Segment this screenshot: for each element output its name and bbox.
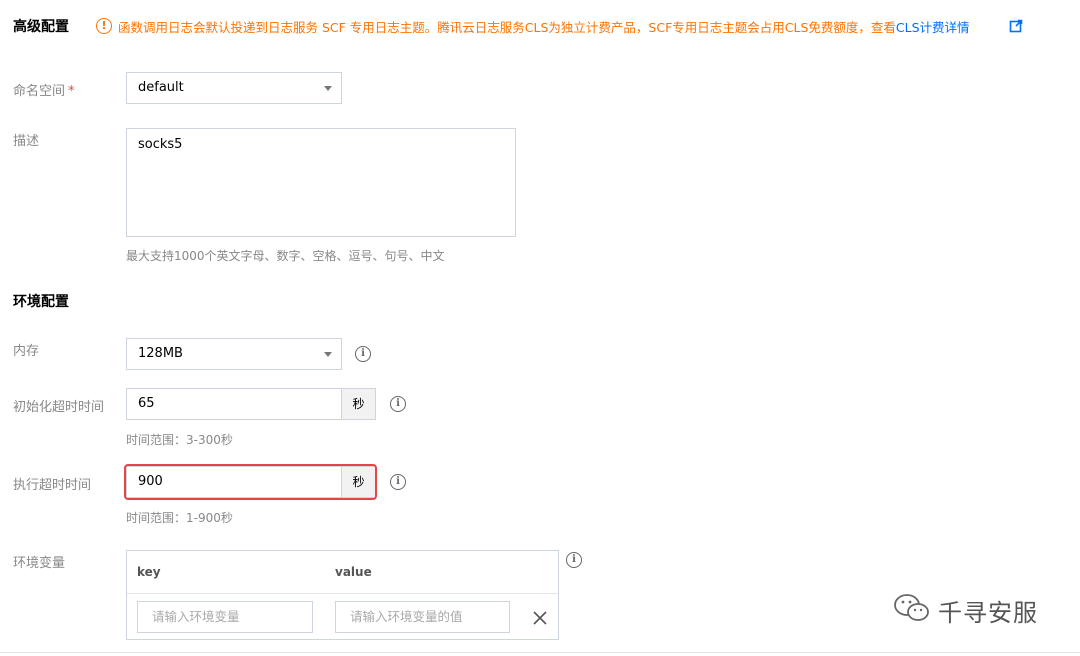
- env-vars-label: 环境变量: [13, 556, 66, 571]
- chevron-down-icon: [324, 86, 332, 91]
- description-hint: 最大支持1000个英文字母、数字、空格、逗号、句号、中文: [126, 249, 445, 263]
- wechat-logo-icon: [894, 594, 929, 621]
- log-notice-text: 函数调用日志会默认投递到日志服务 SCF 专用日志主题。腾讯云日志服务CLS为独…: [118, 20, 896, 35]
- env-vars-info-icon[interactable]: i: [566, 552, 582, 568]
- log-notice: 函数调用日志会默认投递到日志服务 SCF 专用日志主题。腾讯云日志服务CLS为独…: [118, 17, 970, 36]
- exec-timeout-info-icon[interactable]: i: [390, 474, 406, 490]
- warning-icon: !: [96, 18, 112, 34]
- init-timeout-input[interactable]: 65: [126, 388, 342, 420]
- exec-timeout-highlight: [124, 464, 377, 500]
- init-timeout-hint: 时间范围：3-300秒: [126, 433, 233, 447]
- watermark-text: 千寻安服: [938, 599, 1038, 627]
- description-label: 描述: [13, 134, 40, 149]
- init-timeout-info-icon[interactable]: i: [390, 396, 406, 412]
- chevron-down-icon: [324, 352, 332, 357]
- env-value-input[interactable]: 请输入环境变量的值: [335, 601, 510, 633]
- advanced-section-title: 高级配置: [13, 19, 69, 35]
- init-timeout-unit: 秒: [342, 388, 376, 420]
- memory-value: 128MB: [138, 346, 183, 361]
- env-value-header: value: [335, 565, 372, 579]
- env-table-divider: [127, 593, 558, 594]
- external-link-icon[interactable]: [1009, 19, 1023, 33]
- memory-select[interactable]: 128MB: [126, 338, 342, 370]
- namespace-label: 命名空间 *: [13, 84, 75, 99]
- memory-label: 内存: [13, 344, 40, 359]
- init-timeout-value: 65: [138, 396, 155, 411]
- init-timeout-label: 初始化超时时间: [13, 400, 105, 415]
- environment-section-title: 环境配置: [13, 294, 69, 310]
- required-mark: *: [68, 84, 75, 99]
- namespace-value: default: [138, 80, 184, 95]
- exec-timeout-hint: 时间范围：1-900秒: [126, 511, 233, 525]
- description-textarea[interactable]: socks5: [126, 128, 516, 237]
- bottom-divider: [0, 652, 1080, 653]
- description-value: socks5: [138, 137, 183, 152]
- cls-billing-link[interactable]: CLS计费详情: [896, 20, 970, 35]
- memory-info-icon[interactable]: i: [355, 346, 371, 362]
- namespace-select[interactable]: default: [126, 72, 342, 104]
- exec-timeout-label: 执行超时时间: [13, 478, 92, 493]
- env-key-header: key: [137, 565, 161, 579]
- env-key-input[interactable]: 请输入环境变量: [137, 601, 313, 633]
- delete-row-close-icon[interactable]: [533, 611, 547, 625]
